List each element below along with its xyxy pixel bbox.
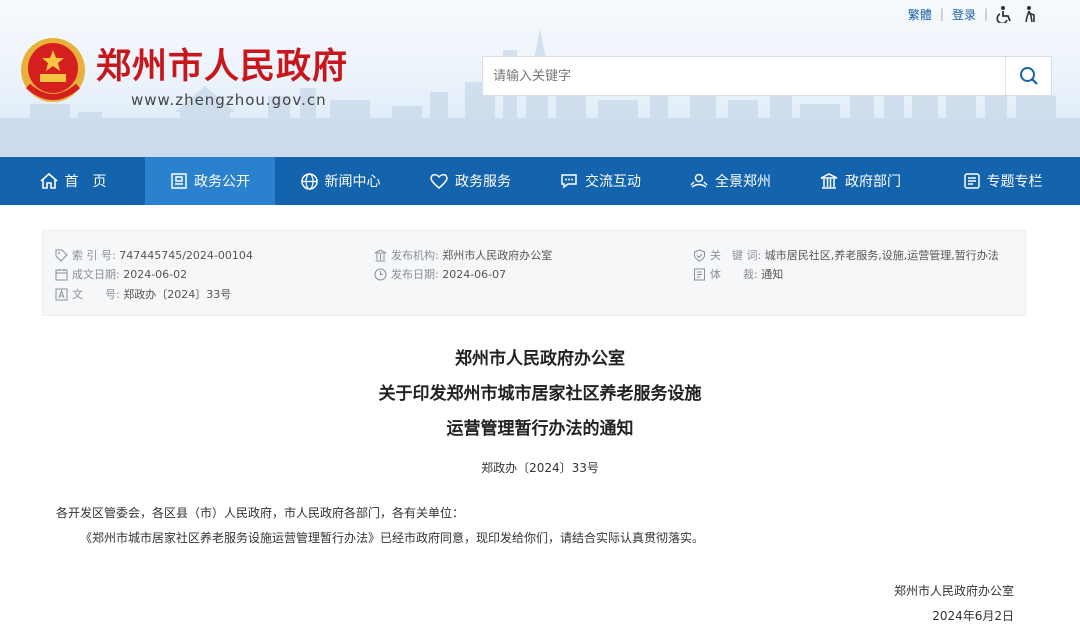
- meta-document-number: 文 号: 郑政办〔2024〕33号: [55, 286, 231, 302]
- home-icon: [39, 172, 58, 189]
- site-title: 郑州市人民政府: [96, 46, 349, 87]
- nav-item-special-topics[interactable]: 专题专栏: [925, 157, 1080, 205]
- nav-item-label: 新闻中心: [324, 174, 381, 190]
- document-number-icon: [55, 288, 68, 301]
- meta-value: 通知: [761, 268, 784, 281]
- meta-label: 成文日期:: [72, 268, 120, 281]
- search-bar: [482, 56, 1052, 96]
- tag-icon: [55, 249, 68, 262]
- chat-icon: [561, 174, 577, 189]
- meta-value: 郑州市人民政府办公室: [442, 249, 553, 262]
- nav-item-departments[interactable]: 政府部门: [795, 157, 925, 205]
- meta-value: 747445745/2024-00104: [119, 248, 253, 262]
- building-icon: [820, 173, 838, 189]
- meta-index-number: 索 引 号: 747445745/2024-00104: [55, 247, 253, 263]
- nav-item-label: 政务公开: [194, 174, 250, 190]
- nav-item-interaction[interactable]: 交流互动: [535, 157, 665, 205]
- meta-keywords: 关 键 词: 城市居民社区,养老服务,设施,运营管理,暂行办法: [693, 247, 999, 263]
- meta-label: 发布日期:: [391, 268, 439, 281]
- document-salutation: 各开发区管委会，各区县（市）人民政府，市人民政府各部门，各有关单位：: [56, 506, 465, 520]
- meta-genre: 体 裁: 通知: [693, 266, 783, 282]
- meta-value: 郑政办〔2024〕33号: [123, 288, 232, 301]
- calendar-icon: [55, 268, 68, 281]
- nav-item-label: 政府部门: [845, 174, 901, 190]
- meta-value: 城市居民社区,养老服务,设施,运营管理,暂行办法: [764, 249, 999, 262]
- nav-item-government-affairs[interactable]: 政务公开: [145, 157, 275, 205]
- institution-icon: [374, 248, 387, 262]
- heart-icon: [430, 173, 448, 189]
- clock-icon: [374, 268, 387, 281]
- meta-published-date: 发布日期: 2024-06-07: [374, 266, 506, 282]
- site-url: www.zhengzhou.gov.cn: [131, 91, 327, 109]
- site-header: 繁體 | 登录 | 郑州市人民政府 www.zhengzhou.gov.cn: [0, 0, 1080, 157]
- meta-value: 2024-06-07: [442, 267, 507, 281]
- meta-issuer: 发布机构: 郑州市人民政府办公室: [374, 247, 552, 263]
- search-icon: [1019, 67, 1038, 85]
- accessibility-icon[interactable]: [996, 5, 1014, 23]
- nav-item-label: 首 页: [64, 174, 107, 190]
- list-icon: [693, 268, 706, 281]
- main-nav: 首 页 政务公开 新闻中心 政务服务 交流互动 全景郑州 政府部门 专题专栏: [0, 157, 1080, 205]
- top-links: 繁體 | 登录 |: [908, 5, 1040, 23]
- document-title-line-3: 运营管理暂行办法的通知: [446, 419, 634, 439]
- national-emblem-icon: [21, 38, 85, 102]
- document-date: 2024年6月2日: [932, 609, 1014, 623]
- nav-item-services[interactable]: 政务服务: [405, 157, 535, 205]
- nav-item-label: 专题专栏: [986, 174, 1043, 190]
- meta-label: 关 键 词:: [710, 249, 762, 262]
- nav-item-home[interactable]: 首 页: [0, 157, 145, 205]
- meta-label: 索 引 号:: [72, 249, 116, 262]
- panorama-icon: [690, 173, 708, 188]
- globe-icon: [300, 172, 318, 190]
- document-number: 郑政办〔2024〕33号: [481, 461, 599, 475]
- document-signature: 郑州市人民政府办公室: [893, 584, 1014, 598]
- document-title-line-1: 郑州市人民政府办公室: [455, 349, 625, 369]
- nav-item-news[interactable]: 新闻中心: [275, 157, 405, 205]
- meta-created-date: 成文日期: 2024-06-02: [55, 266, 187, 282]
- meta-label: 发布机构:: [391, 249, 439, 262]
- document-body: 《郑州市城市居家社区养老服务设施运营管理暂行办法》已经市政府同意，现印发给你们，…: [80, 531, 705, 545]
- link-separator: |: [939, 7, 944, 21]
- login-link[interactable]: 登录: [952, 6, 976, 23]
- traditional-chinese-link[interactable]: 繁體: [908, 6, 932, 23]
- nav-item-label: 政务服务: [455, 174, 511, 190]
- shield-check-icon: [693, 248, 706, 262]
- search-button[interactable]: [1005, 57, 1051, 95]
- column-icon: [963, 173, 980, 189]
- meta-value: 2024-06-02: [123, 267, 188, 281]
- nav-item-panorama[interactable]: 全景郑州: [665, 157, 795, 205]
- elderly-mode-icon[interactable]: [1022, 5, 1040, 23]
- meta-label: 文 号:: [72, 288, 120, 301]
- notice-board-icon: [171, 173, 187, 189]
- search-input[interactable]: [483, 57, 1005, 95]
- link-separator: |: [983, 7, 988, 21]
- meta-label: 体 裁:: [710, 268, 758, 281]
- document-meta-box: 索 引 号: 747445745/2024-00104 成文日期: 2024-0…: [42, 230, 1026, 316]
- document-title-line-2: 关于印发郑州市城市居家社区养老服务设施: [378, 384, 702, 404]
- nav-item-label: 交流互动: [585, 174, 641, 190]
- nav-item-label: 全景郑州: [715, 174, 771, 190]
